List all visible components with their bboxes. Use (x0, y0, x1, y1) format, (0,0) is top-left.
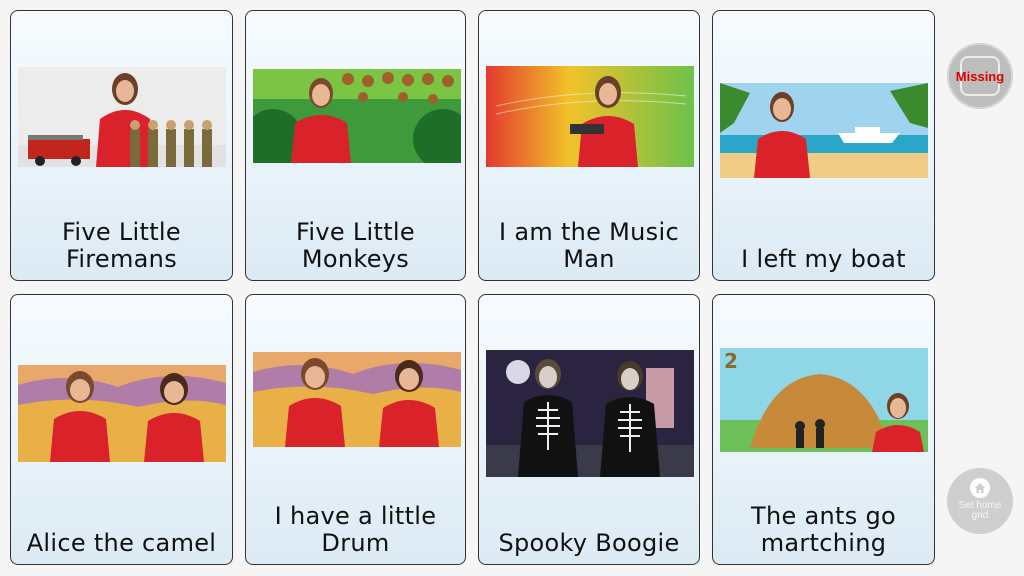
tile-five-little-firemans[interactable]: Five Little Firemans (10, 10, 233, 281)
tile-label: I left my boat (741, 245, 906, 273)
tile-label: I have a little Drum (274, 502, 437, 557)
tile-music-man[interactable]: I am the Music Man (478, 10, 700, 281)
set-home-label-line1: Set home (958, 499, 1002, 511)
missing-button[interactable]: Missing (947, 43, 1013, 109)
tile-spooky-boogie[interactable]: Spooky Boogie (478, 294, 700, 565)
tile-label: Alice the camel (26, 529, 217, 557)
symbol-grid: Five Little Firemans Five Little Monkeys (10, 10, 935, 565)
tile-label: Spooky Boogie (498, 529, 680, 557)
skeleton-costume-video-thumbnail (486, 350, 694, 477)
tile-the-ants-go-martching[interactable]: 2 The ants go martching (712, 294, 935, 565)
monkeys-jungle-video-thumbnail (253, 69, 461, 163)
tile-label: Five Little Monkeys (296, 218, 415, 273)
anthill-video-thumbnail: 2 (720, 348, 928, 452)
set-home-grid-button[interactable]: Set home grid (947, 468, 1013, 534)
fireman-video-thumbnail (18, 67, 226, 167)
home-icon (970, 477, 990, 498)
tile-alice-the-camel[interactable]: Alice the camel (10, 294, 233, 565)
missing-label: Missing (955, 68, 1005, 84)
tile-i-have-a-little-drum[interactable]: I have a little Drum (245, 294, 466, 565)
music-man-video-thumbnail (486, 66, 694, 167)
tile-label: Five Little Firemans (62, 218, 181, 273)
tile-five-little-monkeys[interactable]: Five Little Monkeys (245, 10, 466, 281)
tile-label: I am the Music Man (499, 218, 679, 273)
tile-label: The ants go martching (751, 502, 896, 557)
set-home-label-line2: grid (971, 509, 989, 521)
tile-i-left-my-boat[interactable]: I left my boat (712, 10, 935, 281)
desert-duo-video-thumbnail (18, 365, 226, 462)
beach-boat-video-thumbnail (720, 83, 928, 178)
svg-text:2: 2 (724, 349, 738, 373)
desert-duo-video-thumbnail (253, 352, 461, 447)
